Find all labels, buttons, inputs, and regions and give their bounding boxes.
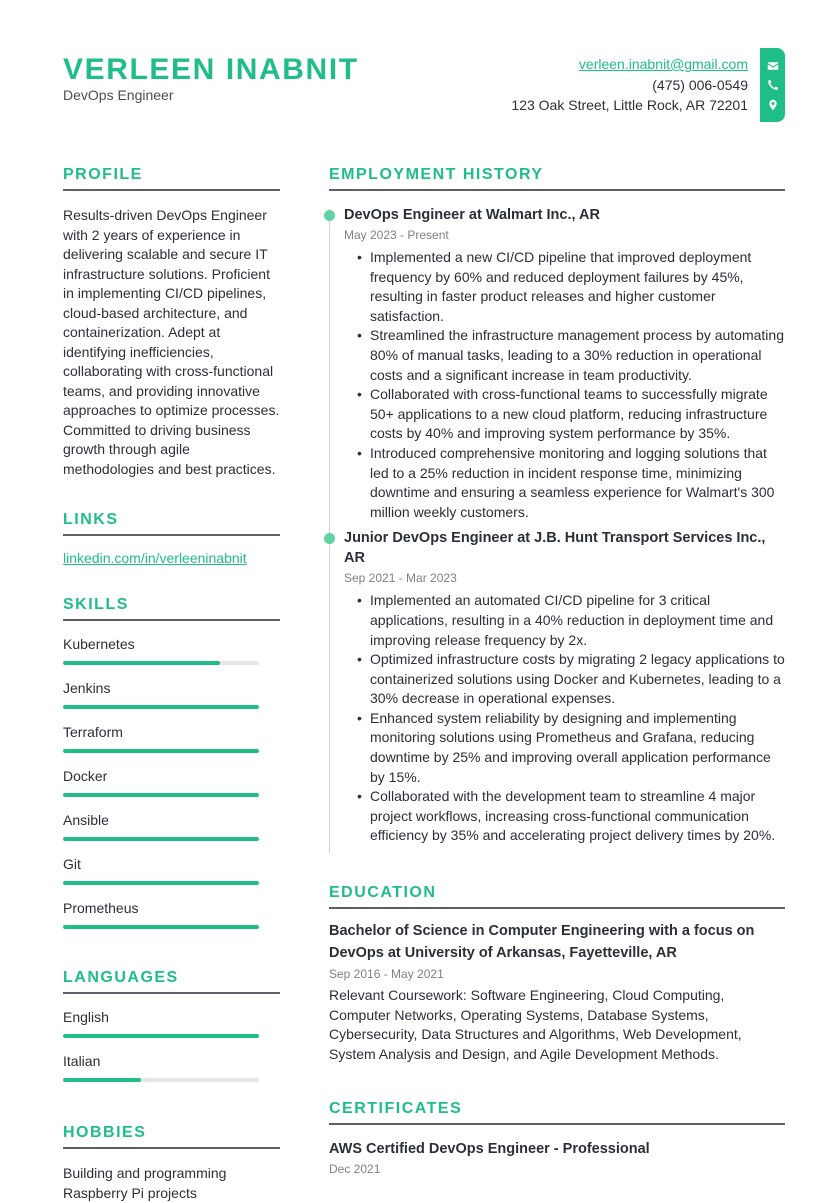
level-bar-fill [63, 661, 220, 665]
hobbies-text: Building and programming Raspberry Pi pr… [63, 1165, 227, 1201]
language-item: English [63, 1008, 280, 1038]
skill-name: Prometheus [63, 900, 139, 916]
level-bar-fill [63, 925, 259, 929]
job-bullet: Implemented an automated CI/CD pipeline … [357, 591, 785, 650]
job-bullet: Collaborated with the development team t… [357, 787, 785, 846]
contact-info: verleen.inabnit@gmail.com (475) 006-0549… [511, 54, 748, 116]
skill-item: Kubernetes [63, 635, 280, 665]
skills-section: SKILLS Kubernetes Jenkins Terraform Docker A… [63, 596, 280, 929]
level-bar-fill [63, 1078, 142, 1082]
certificates-title: CERTIFICATES [329, 1100, 785, 1126]
links-section: LINKS linkedin.com/in/verleeninabnit [63, 511, 280, 566]
job-bullet: Collaborated with cross-functional teams… [357, 385, 785, 444]
languages-section: LANGUAGES English Italian [63, 969, 280, 1082]
profile-section: PROFILE Results-driven DevOps Engineer w… [63, 166, 280, 479]
skill-name: Kubernetes [63, 636, 135, 652]
level-bar-track [63, 793, 259, 797]
links-title: LINKS [63, 511, 280, 536]
job-bullet: Implemented a new CI/CD pipeline that im… [357, 248, 785, 326]
job-bullet: Introduced comprehensive monitoring and … [357, 444, 785, 522]
job-dates: May 2023 - Present [344, 228, 449, 242]
level-bar-track [63, 837, 259, 841]
level-bar-track [63, 1078, 259, 1082]
profile-text: Results-driven DevOps Engineer with 2 ye… [63, 207, 280, 477]
employment-section: EMPLOYMENT HISTORY DevOps Engineer at Wa… [324, 166, 785, 854]
skill-item: Prometheus [63, 899, 280, 929]
address-text: 123 Oak Street, Little Rock, AR 72201 [511, 97, 748, 113]
skill-item: Git [63, 855, 280, 885]
level-bar-fill [63, 881, 259, 885]
level-bar-track [63, 705, 259, 709]
linkedin-link[interactable]: linkedin.com/in/verleeninabnit [63, 550, 280, 566]
header-role: DevOps Engineer [63, 87, 174, 103]
skill-name: Git [63, 856, 81, 872]
level-bar-fill [63, 749, 259, 753]
languages-title: LANGUAGES [63, 969, 280, 994]
profile-title: PROFILE [63, 166, 280, 191]
education-section: EDUCATION Bachelor of Science in Compute… [329, 884, 785, 1064]
level-bar-fill [63, 837, 259, 841]
email-link[interactable]: verleen.inabnit@gmail.com [579, 56, 748, 72]
job-title: Junior DevOps Engineer at J.B. Hunt Tran… [344, 530, 766, 567]
skill-item: Ansible [63, 811, 280, 841]
phone-text: (475) 006-0549 [652, 76, 748, 93]
job-bullet: Optimized infrastructure costs by migrat… [357, 650, 785, 709]
education-title: EDUCATION [329, 884, 785, 910]
job-entry: DevOps Engineer at Walmart Inc., AR May 2… [324, 205, 785, 522]
skill-item: Jenkins [63, 679, 280, 709]
certificates-section: CERTIFICATES AWS Certified DevOps Engine… [329, 1100, 785, 1177]
left-column: PROFILE Results-driven DevOps Engineer w… [63, 166, 280, 1203]
education-coursework: Relevant Coursework: Software Engineerin… [329, 987, 742, 1062]
skill-name: Terraform [63, 724, 123, 740]
level-bar-fill [63, 705, 259, 709]
level-bar-fill [63, 1034, 259, 1038]
degree-title: Bachelor of Science in Computer Engineer… [329, 923, 755, 961]
education-dates: Sep 2016 - May 2021 [329, 967, 444, 982]
level-bar-track [63, 749, 259, 753]
skill-item: Terraform [63, 723, 280, 753]
skill-name: Docker [63, 768, 108, 784]
contact-icon-bar [760, 48, 785, 122]
job-title: DevOps Engineer at Walmart Inc., AR [344, 207, 600, 223]
level-bar-track [63, 661, 259, 665]
level-bar-track [63, 1034, 259, 1038]
skills-title: SKILLS [63, 596, 280, 621]
language-item: Italian [63, 1052, 280, 1082]
hobbies-title: HOBBIES [63, 1124, 280, 1149]
header-name: VERLEEN INABNIT [63, 53, 359, 86]
skill-item: Docker [63, 767, 280, 797]
map-pin-icon [768, 99, 777, 110]
timeline-dot-icon [324, 533, 335, 545]
right-column: EMPLOYMENT HISTORY DevOps Engineer at Wa… [324, 166, 785, 1177]
job-dates: Sep 2021 - Mar 2023 [344, 571, 457, 586]
phone-icon [767, 79, 778, 90]
level-bar-fill [63, 793, 259, 797]
language-name: English [63, 1009, 109, 1025]
employment-title: EMPLOYMENT HISTORY [329, 166, 785, 191]
language-name: Italian [63, 1053, 101, 1069]
certificate-date: Dec 2021 [329, 1162, 381, 1177]
skill-name: Jenkins [63, 680, 111, 696]
job-bullet: Streamlined the infrastructure managemen… [357, 326, 785, 385]
level-bar-track [63, 925, 259, 929]
timeline-dot-icon [324, 210, 335, 221]
job-entry: Junior DevOps Engineer at J.B. Hunt Tran… [324, 528, 785, 846]
employment-timeline: DevOps Engineer at Walmart Inc., AR May 2… [324, 205, 785, 854]
level-bar-track [63, 881, 259, 885]
certificate-title: AWS Certified DevOps Engineer - Professi… [329, 1141, 650, 1158]
envelope-icon [767, 61, 778, 70]
skill-name: Ansible [63, 812, 109, 828]
job-bullet: Enhanced system reliability by designing… [357, 709, 785, 787]
hobbies-section: HOBBIES Building and programming Raspber… [63, 1124, 280, 1203]
job-bullets: Implemented a new CI/CD pipeline that im… [344, 248, 785, 522]
job-bullets: Implemented an automated CI/CD pipeline … [344, 591, 785, 846]
